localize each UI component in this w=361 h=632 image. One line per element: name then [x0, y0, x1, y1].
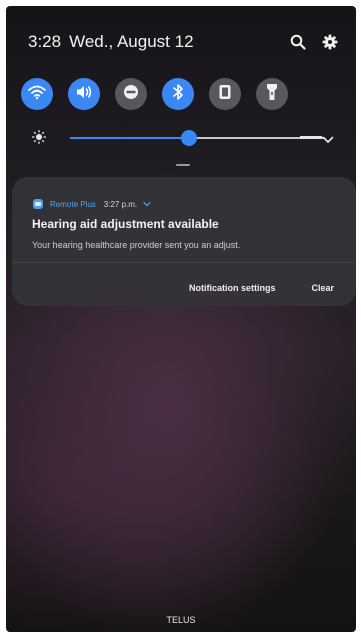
app-icon — [32, 198, 44, 210]
brightness-icon — [31, 129, 47, 149]
settings-gear-icon[interactable] — [322, 34, 338, 50]
divider — [12, 262, 356, 263]
brightness-slider[interactable] — [70, 130, 324, 146]
chevron-down-icon[interactable] — [322, 131, 334, 149]
notification-card[interactable]: Remote Plus 3:27 p.m. Hearing aid adjust… — [12, 177, 356, 306]
brightness-max-marker — [300, 136, 322, 139]
rotation-lock-icon — [218, 84, 232, 105]
notification-body: Your hearing healthcare provider sent yo… — [32, 240, 241, 250]
notification-actions: Notification settings Clear — [189, 283, 334, 293]
bluetooth-toggle[interactable] — [162, 78, 194, 110]
brightness-slider-thumb[interactable] — [181, 130, 197, 146]
sound-icon — [75, 84, 93, 105]
rotation-lock-toggle[interactable] — [209, 78, 241, 110]
brightness-slider-fill — [70, 137, 189, 139]
notification-settings-button[interactable]: Notification settings — [189, 283, 276, 293]
status-actions — [290, 34, 338, 50]
notification-title: Hearing aid adjustment available — [32, 217, 219, 231]
chevron-down-icon[interactable] — [143, 200, 151, 209]
flashlight-toggle[interactable] — [256, 78, 288, 110]
status-bar: 3:28 Wed., August 12 — [28, 30, 338, 54]
quick-settings-toggles — [21, 78, 288, 110]
sound-toggle[interactable] — [68, 78, 100, 110]
notification-shade: 3:28 Wed., August 12 Remote Plus 3:27 p.… — [6, 6, 356, 632]
brightness-control — [31, 126, 334, 150]
clear-button[interactable]: Clear — [311, 283, 334, 293]
notification-app-name: Remote Plus — [50, 199, 96, 209]
wifi-toggle[interactable] — [21, 78, 53, 110]
panel-drag-handle[interactable] — [176, 164, 190, 166]
carrier-label: TELUS — [166, 615, 196, 625]
do-not-disturb-icon — [123, 84, 139, 105]
notification-time: 3:27 p.m. — [103, 199, 138, 209]
date-label[interactable]: Wed., August 12 — [69, 32, 193, 52]
search-icon[interactable] — [290, 34, 306, 50]
wifi-icon — [27, 84, 47, 105]
flashlight-icon — [265, 83, 279, 106]
bluetooth-icon — [172, 83, 184, 106]
clock: 3:28 — [28, 32, 62, 51]
do-not-disturb-toggle[interactable] — [115, 78, 147, 110]
notification-header: Remote Plus 3:27 p.m. — [32, 198, 151, 210]
